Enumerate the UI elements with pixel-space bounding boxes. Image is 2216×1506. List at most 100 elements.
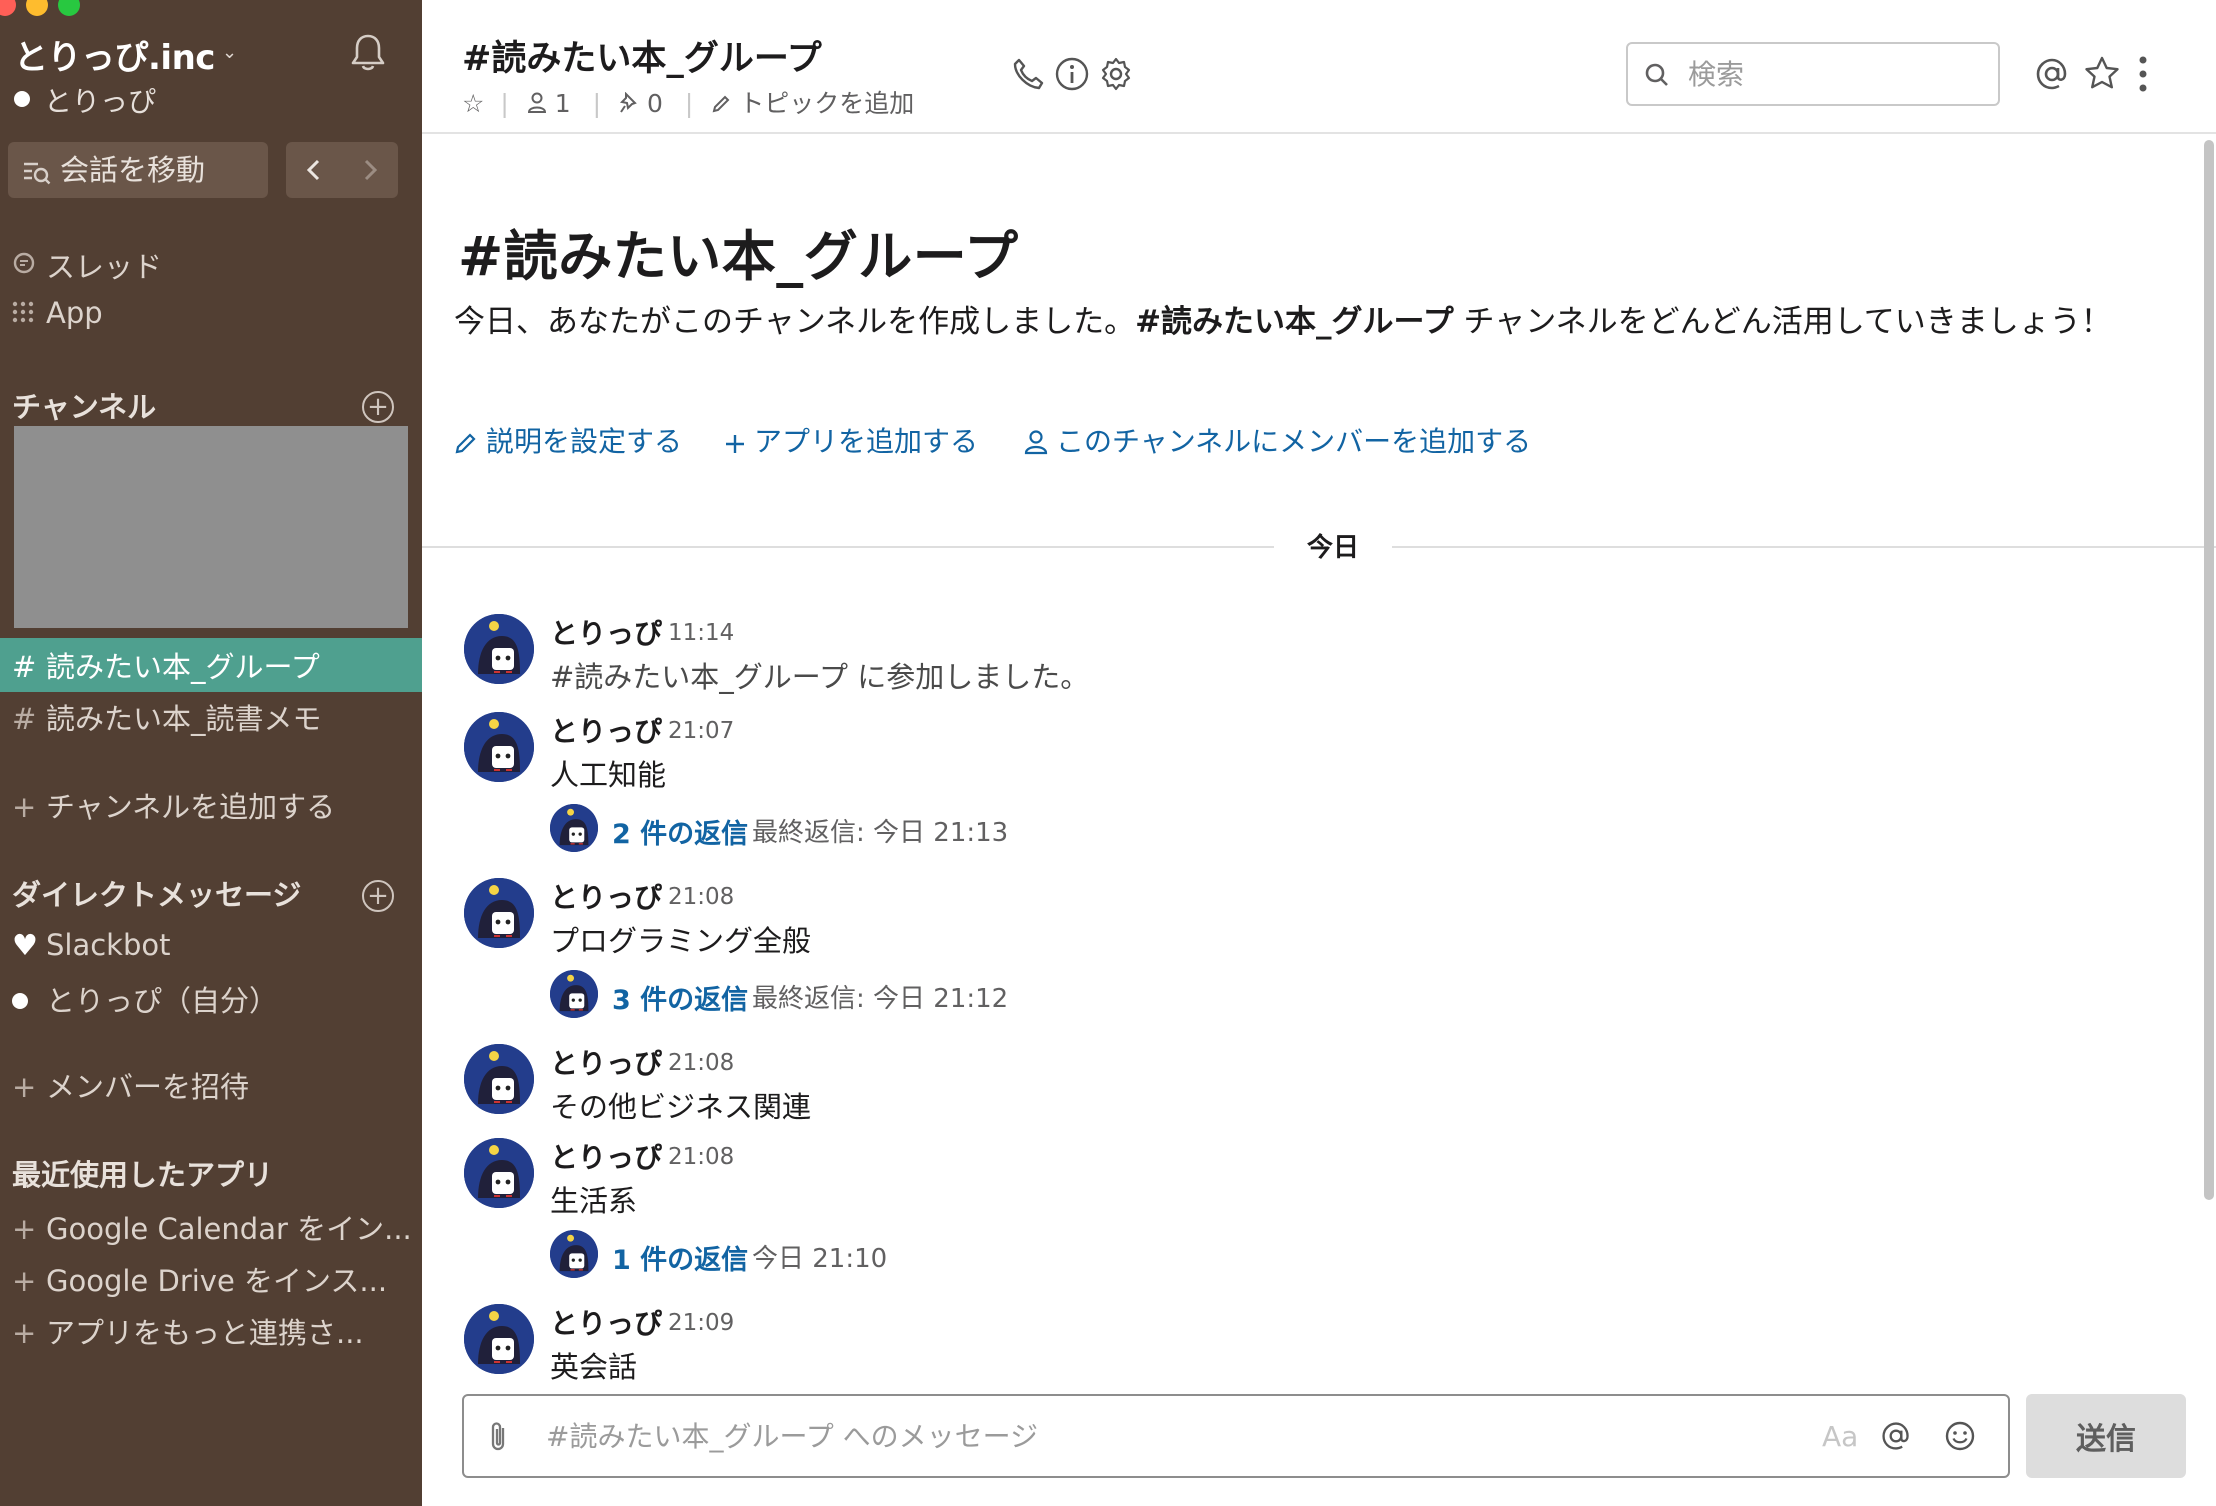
emoji-icon[interactable] — [1940, 1416, 1980, 1456]
last-reply-time: 最終返信: 今日 21:12 — [752, 984, 1009, 1014]
sidebar-item-apps[interactable]: App — [12, 296, 103, 330]
add-channel-link[interactable]: + チャンネルを追加する — [12, 784, 335, 826]
intro-text: 今日、あなたがこのチャンネルを作成しました。#読みたい本_グループ チャンネルを… — [454, 296, 2174, 348]
intro-text-before: 今日、あなたがこのチャンネルを作成しました。 — [454, 304, 1136, 340]
sidebar-item-label: 読みたい本_グループ — [46, 650, 320, 684]
sidebar-item-app-drive[interactable]: + Google Drive をインス... — [12, 1258, 387, 1300]
thread-replies-link[interactable]: 3 件の返信 — [612, 978, 748, 1017]
sidebar-item-label: Google Drive をインス... — [46, 1264, 388, 1298]
message-input[interactable] — [546, 1416, 1646, 1456]
channel-view: #読みたい本_グループ ☆ | 1 | 0 | トピックを追加 検索 #読みたい… — [422, 0, 2216, 1506]
sidebar-item-channel-group[interactable]: # 読みたい本_グループ — [12, 644, 320, 686]
channels-heading[interactable]: チャンネル — [12, 384, 156, 426]
message-timestamp[interactable]: 21:09 — [668, 1310, 734, 1336]
message-timestamp[interactable]: 21:07 — [668, 718, 734, 744]
jump-to-conversation-button[interactable]: 会話を移動 — [8, 142, 268, 198]
format-toggle[interactable]: Aa — [1822, 1420, 1858, 1453]
message-timestamp[interactable]: 21:08 — [668, 1144, 734, 1170]
message-author[interactable]: とりっぴ — [550, 1136, 662, 1176]
presence-dot-icon — [14, 91, 30, 107]
invite-members-link[interactable]: + メンバーを招待 — [12, 1064, 249, 1106]
chevron-down-icon[interactable]: ⌄ — [222, 42, 237, 63]
search-input[interactable] — [1688, 54, 1988, 94]
sidebar-item-label: App — [46, 296, 103, 330]
dm-heading[interactable]: ダイレクトメッセージ — [12, 872, 301, 914]
forward-button[interactable] — [342, 142, 398, 198]
pin-icon — [620, 91, 637, 113]
members-count[interactable]: 1 — [527, 89, 577, 118]
message-text: 英会話 — [550, 1350, 638, 1384]
window-close-button[interactable] — [0, 0, 16, 16]
sidebar-item-threads[interactable]: スレッド — [12, 244, 162, 286]
star-icon[interactable]: ☆ — [462, 89, 484, 118]
message-author[interactable]: とりっぴ — [550, 1042, 662, 1082]
channel-hash: # — [12, 650, 37, 684]
channel-title[interactable]: #読みたい本_グループ — [462, 30, 822, 81]
avatar[interactable] — [464, 1304, 534, 1374]
intro-channel-link[interactable]: #読みたい本_グループ — [1135, 304, 1454, 340]
set-description-link[interactable]: 説明を設定する — [454, 420, 682, 460]
scrollbar[interactable] — [2204, 140, 2214, 1200]
sidebar-item-channel-notes[interactable]: # 読みたい本_読書メモ — [12, 696, 322, 738]
message-author[interactable]: とりっぴ — [550, 710, 662, 750]
add-app-link[interactable]: アプリを追加する — [724, 420, 978, 460]
message-timestamp[interactable]: 21:08 — [668, 884, 734, 910]
thread-replies-link[interactable]: 2 件の返信 — [612, 812, 748, 851]
workspace-name[interactable]: とりっぴ.inc — [14, 30, 215, 79]
info-icon[interactable] — [1052, 54, 1092, 94]
plus-icon: + — [12, 1212, 37, 1246]
add-channel-icon[interactable]: + — [362, 391, 394, 423]
add-members-link[interactable]: このチャンネルにメンバーを追加する — [1024, 420, 1531, 460]
thread-replies-link[interactable]: 1 件の返信 — [612, 1238, 748, 1277]
current-user-status[interactable]: とりっぴ — [14, 80, 156, 120]
sidebar-item-label: Slackbot — [46, 928, 171, 962]
add-dm-icon[interactable]: + — [362, 880, 394, 912]
message-text: 人工知能 — [550, 758, 667, 792]
header-divider — [422, 132, 2216, 134]
reply-avatar — [550, 804, 598, 852]
chevron-right-icon — [364, 159, 378, 181]
at-icon[interactable] — [1876, 1416, 1916, 1456]
avatar[interactable] — [464, 712, 534, 782]
avatar[interactable] — [464, 614, 534, 684]
message-author[interactable]: とりっぴ — [550, 876, 662, 916]
sidebar-item-label: 読みたい本_読書メモ — [46, 702, 322, 736]
jump-search-icon — [24, 162, 51, 185]
message-author[interactable]: とりっぴ — [550, 1302, 662, 1342]
more-icon[interactable] — [2128, 54, 2158, 94]
search-icon — [1645, 63, 1668, 86]
window-minimize-button[interactable] — [26, 0, 48, 16]
window-maximize-button[interactable] — [58, 0, 80, 16]
topic-link[interactable]: トピックを追加 — [711, 89, 920, 118]
sidebar-item-slackbot[interactable]: ♥ Slackbot — [12, 928, 171, 962]
last-reply-time: 今日 21:10 — [752, 1244, 888, 1274]
star-icon[interactable] — [2082, 54, 2122, 94]
at-icon[interactable] — [2032, 54, 2072, 94]
avatar[interactable] — [464, 1044, 534, 1114]
paperclip-icon[interactable] — [488, 1420, 510, 1458]
send-button[interactable]: 送信 — [2026, 1394, 2186, 1478]
day-divider-label[interactable]: 今日 — [1274, 528, 1392, 568]
avatar[interactable] — [464, 878, 534, 948]
message-timestamp[interactable]: 11:14 — [668, 620, 734, 646]
link-label: このチャンネルにメンバーを追加する — [1056, 425, 1532, 458]
apps-heading[interactable]: 最近使用したアプリ — [12, 1152, 273, 1194]
sidebar-item-app-more[interactable]: + アプリをもっと連携さ... — [12, 1310, 364, 1352]
pins-count-value: 0 — [647, 89, 663, 118]
sidebar-item-app-calendar[interactable]: + Google Calendar をイン... — [12, 1206, 412, 1248]
message-author[interactable]: とりっぴ — [550, 612, 662, 652]
bell-icon[interactable] — [348, 32, 388, 76]
intro-title: #読みたい本_グループ — [458, 225, 1019, 288]
search-box[interactable] — [1626, 42, 2000, 106]
gear-icon[interactable] — [1096, 54, 1136, 94]
pins-count[interactable]: 0 — [619, 89, 669, 118]
sidebar-item-self-dm[interactable]: とりっぴ（自分） — [12, 978, 278, 1020]
message-text: その他ビジネス関連 — [550, 1090, 812, 1124]
phone-icon[interactable] — [1008, 54, 1048, 94]
avatar[interactable] — [464, 1138, 534, 1208]
reply-avatar — [550, 970, 598, 1018]
message-timestamp[interactable]: 21:08 — [668, 1050, 734, 1076]
plus-icon: + — [12, 790, 37, 824]
back-button[interactable] — [286, 142, 342, 198]
sidebar-item-label: チャンネルを追加する — [46, 790, 336, 824]
